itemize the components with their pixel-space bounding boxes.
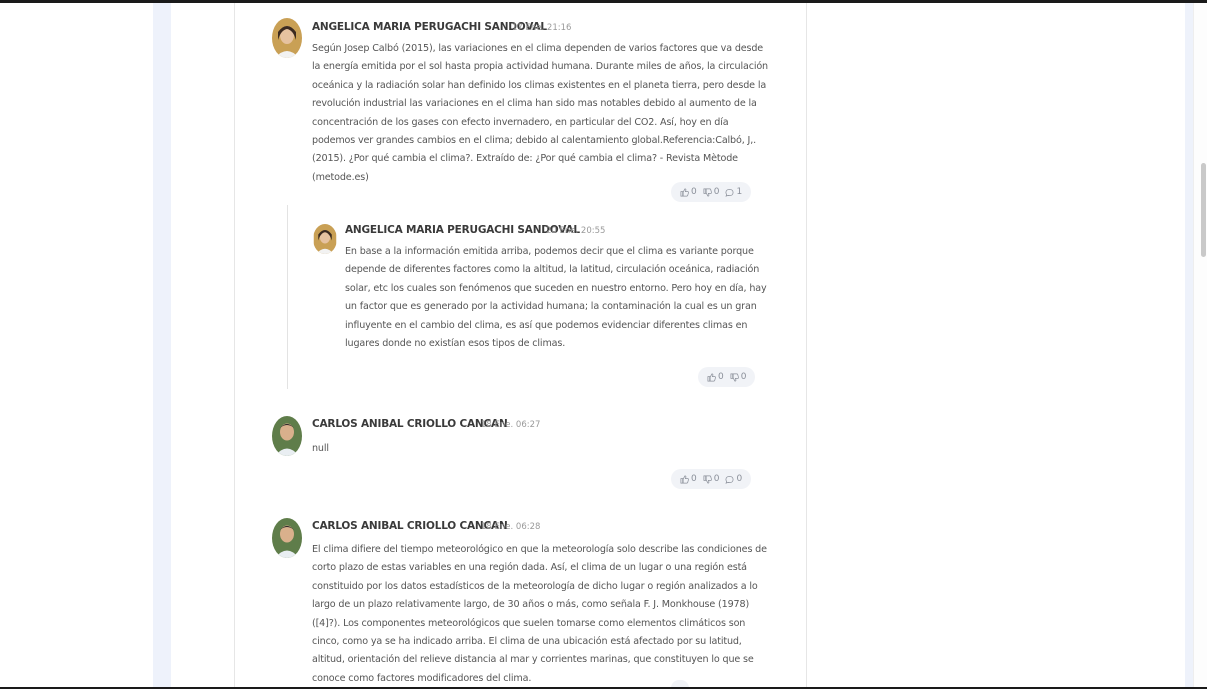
reaction-bar: 0 0 0	[671, 469, 752, 489]
left-gutter	[153, 3, 171, 687]
reaction-bar: 0 0 1	[671, 182, 752, 202]
comment-author[interactable]: CARLOS ANIBAL CRIOLLO CANCAN	[312, 418, 508, 430]
user-avatar[interactable]	[272, 18, 302, 58]
user-avatar[interactable]	[272, 416, 302, 456]
thumbs-down-icon	[730, 373, 739, 381]
comment-author[interactable]: CARLOS ANIBAL CRIOLLO CANCAN	[312, 520, 508, 532]
reply-count: 1	[736, 187, 743, 197]
dislike-count: 0	[713, 187, 720, 197]
like-count: 0	[718, 372, 724, 382]
comment-text: El clima difiere del tiempo meteorológic…	[312, 544, 767, 684]
reply-button[interactable]: 0	[725, 474, 742, 484]
right-gutter	[1185, 3, 1193, 687]
comment-text: En base a la información emitida arriba,…	[345, 246, 767, 350]
reply-button[interactable]: 1	[725, 187, 742, 197]
dislike-count: 0	[713, 474, 720, 484]
thumbs-down-icon	[703, 475, 712, 483]
dislike-button[interactable]: 0	[703, 187, 720, 197]
like-count: 0	[691, 474, 697, 484]
reply-count: 0	[736, 474, 743, 484]
user-avatar[interactable]	[313, 224, 337, 254]
reaction-bar: 0 0	[698, 367, 756, 387]
comment-bubble-icon	[725, 475, 734, 484]
dislike-button[interactable]: 0	[730, 372, 747, 382]
thumbs-down-icon	[703, 188, 712, 196]
scrollbar-track[interactable]	[1193, 3, 1207, 687]
like-button[interactable]: 0	[707, 372, 724, 382]
comment-date: 18 Ene. 06:28	[481, 522, 541, 532]
comment-date: 17 Ene. 21:16	[512, 23, 572, 33]
like-button[interactable]: 0	[680, 187, 697, 197]
comment-text: Según Josep Calbó (2015), las variacione…	[312, 43, 768, 183]
thumbs-up-icon	[680, 188, 689, 196]
comment-author[interactable]: ANGELICA MARIA PERUGACHI SANDOVAL	[345, 224, 580, 236]
user-avatar[interactable]	[272, 518, 302, 558]
comment-date: 20 Ene. 20:55	[546, 226, 606, 236]
dislike-count: 0	[740, 372, 747, 382]
like-count: 0	[691, 187, 697, 197]
left-margin	[0, 3, 153, 687]
thread-line	[287, 205, 288, 389]
scrollbar-thumb[interactable]	[1201, 163, 1206, 257]
comment-date: 18 Ene. 06:27	[481, 420, 541, 430]
comment-bubble-icon	[725, 188, 734, 197]
thumbs-up-icon	[707, 373, 716, 381]
dislike-button[interactable]: 0	[703, 474, 720, 484]
like-button[interactable]: 0	[680, 474, 697, 484]
thumbs-up-icon	[680, 475, 689, 483]
comment-text: null	[312, 443, 329, 454]
